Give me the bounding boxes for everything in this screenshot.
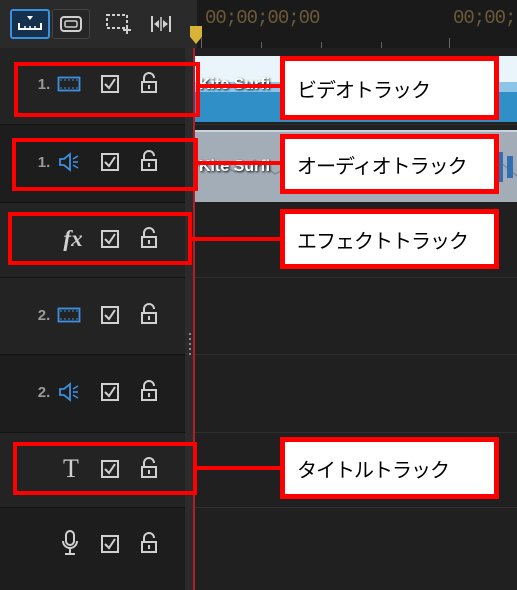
ruler-tick (201, 38, 202, 48)
track-header-video-2[interactable]: 2. (0, 278, 185, 355)
track-headers: 1. 1. fx 2. 2. T (0, 48, 185, 590)
timeline-track-view-icon (18, 16, 42, 30)
timeline-row-audio-2[interactable] (195, 355, 517, 433)
track-number: 2. (37, 383, 51, 401)
timecode-start: 00;00;00;00 (205, 7, 320, 29)
audio-callout-connector (196, 161, 282, 165)
splitter-grip (189, 348, 191, 350)
splitter-grip (189, 353, 191, 355)
microphone-icon (58, 528, 82, 558)
playhead-line[interactable] (193, 48, 195, 590)
video-track-icon (56, 303, 82, 327)
title-callout-connector (195, 466, 282, 470)
track-view-button[interactable] (10, 9, 50, 39)
splitter-grip (189, 343, 191, 345)
video-callout-connector (198, 84, 282, 88)
timeline-toolbar (0, 0, 197, 48)
unlock-icon[interactable] (137, 378, 161, 404)
ruler-tick (449, 38, 450, 48)
track-header-voice[interactable] (0, 508, 185, 590)
track-number: 2. (37, 306, 51, 324)
title-track-callout: タイトルトラック (280, 437, 499, 499)
fit-timeline-button[interactable] (146, 9, 176, 39)
timecode-next: 00;00; (453, 7, 516, 29)
storyboard-view-button[interactable] (52, 9, 90, 39)
audio-track-callout: オーディオトラック (280, 134, 499, 194)
track-enable-checkbox[interactable] (98, 532, 122, 556)
track-header-audio-2[interactable]: 2. (0, 355, 185, 433)
audio-track-highlight (12, 138, 198, 191)
track-manager-icon (106, 14, 131, 34)
video-track-callout: ビデオトラック (280, 56, 499, 120)
title-track-highlight (13, 442, 197, 495)
unlock-icon[interactable] (137, 530, 161, 556)
effect-track-highlight (8, 212, 192, 265)
effect-callout-connector (190, 237, 282, 241)
splitter-grip (189, 338, 191, 340)
splitter-grip (189, 333, 191, 335)
audio-track-icon (56, 379, 82, 405)
storyboard-view-icon (60, 16, 82, 32)
video-track-highlight (14, 62, 200, 117)
fit-timeline-icon (151, 16, 171, 32)
timeline-row-voice[interactable] (195, 508, 517, 590)
unlock-icon[interactable] (137, 301, 161, 327)
timeline-ruler[interactable]: 00;00;00;00 00;00; (197, 0, 517, 49)
track-enable-checkbox[interactable] (98, 303, 122, 327)
timeline-area[interactable]: Kite Surfi Kite Surfi (195, 48, 517, 590)
effect-track-callout: エフェクトトラック (280, 209, 499, 269)
track-enable-checkbox[interactable] (98, 380, 122, 404)
track-manager-button[interactable] (104, 9, 134, 39)
timeline-row-video-2[interactable] (195, 278, 517, 355)
